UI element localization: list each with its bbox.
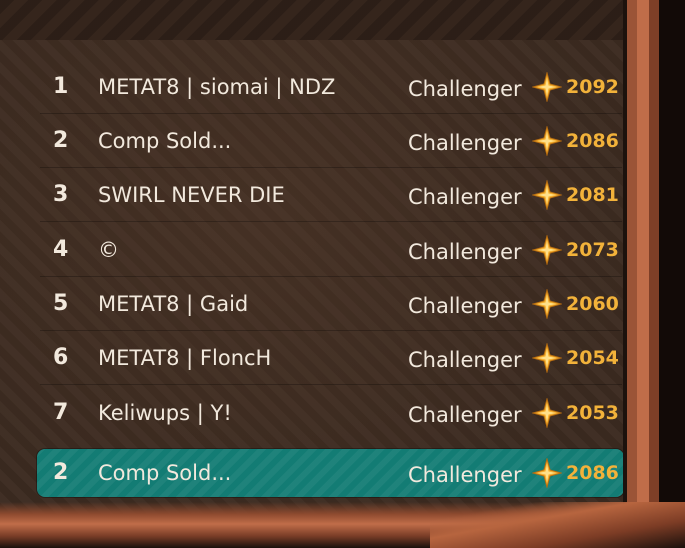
star-icon [532, 72, 562, 102]
player-name: METAT8 | siomai | NDZ [98, 75, 336, 99]
wooden-frame-right [623, 0, 685, 548]
star-icon [532, 180, 562, 210]
star-icon [532, 398, 562, 428]
leaderboard-row[interactable]: 3 SWIRL NEVER DIE Challenger 2081 [40, 169, 622, 222]
tier-label: Challenger [408, 240, 522, 264]
tier-label: Challenger [408, 131, 522, 155]
rating-score: 2086 [566, 462, 619, 484]
player-name: © [98, 238, 119, 262]
star-icon [532, 235, 562, 265]
player-name: METAT8 | FloncH [98, 346, 272, 370]
wooden-frame-bottom [0, 502, 685, 548]
current-player-row[interactable]: 2 Comp Sold... Challenger 2086 [37, 449, 624, 497]
panel-header-band [0, 0, 625, 40]
player-name: Comp Sold... [98, 461, 232, 485]
rank-number: 2 [53, 128, 69, 153]
star-icon [532, 126, 562, 156]
player-name: METAT8 | Gaid [98, 292, 249, 316]
rating-score: 2092 [566, 76, 619, 98]
rating-score: 2081 [566, 184, 619, 206]
player-name: Comp Sold... [98, 129, 232, 153]
tier-label: Challenger [408, 348, 522, 372]
rating-score: 2054 [566, 347, 619, 369]
rank-number: 1 [53, 74, 69, 99]
rank-number: 3 [53, 182, 69, 207]
rank-number: 4 [53, 237, 69, 262]
rating-score: 2086 [566, 130, 619, 152]
rank-number: 7 [53, 400, 69, 425]
tier-label: Challenger [408, 185, 522, 209]
rank-number: 2 [53, 460, 69, 485]
leaderboard-row[interactable]: 4 © Challenger 2073 [40, 224, 622, 277]
leaderboard-panel: 1 METAT8 | siomai | NDZ Challenger 2092 … [0, 0, 650, 548]
leaderboard-row[interactable]: 2 Comp Sold... Challenger 2086 [40, 115, 622, 168]
star-icon [532, 289, 562, 319]
rating-score: 2053 [566, 402, 619, 424]
tier-label: Challenger [408, 77, 522, 101]
rating-score: 2060 [566, 293, 619, 315]
leaderboard-row[interactable]: 1 METAT8 | siomai | NDZ Challenger 2092 [40, 61, 622, 114]
star-icon [532, 343, 562, 373]
rank-number: 6 [53, 345, 69, 370]
leaderboard-row[interactable]: 7 Keliwups | Y! Challenger 2053 [40, 387, 622, 439]
leaderboard-row[interactable]: 5 METAT8 | Gaid Challenger 2060 [40, 278, 622, 331]
star-icon [532, 458, 562, 488]
tier-label: Challenger [408, 403, 522, 427]
player-name: Keliwups | Y! [98, 401, 232, 425]
rating-score: 2073 [566, 239, 619, 261]
rank-number: 5 [53, 291, 69, 316]
tier-label: Challenger [408, 294, 522, 318]
leaderboard-row[interactable]: 6 METAT8 | FloncH Challenger 2054 [40, 332, 622, 385]
tier-label: Challenger [408, 463, 522, 487]
player-name: SWIRL NEVER DIE [98, 183, 285, 207]
